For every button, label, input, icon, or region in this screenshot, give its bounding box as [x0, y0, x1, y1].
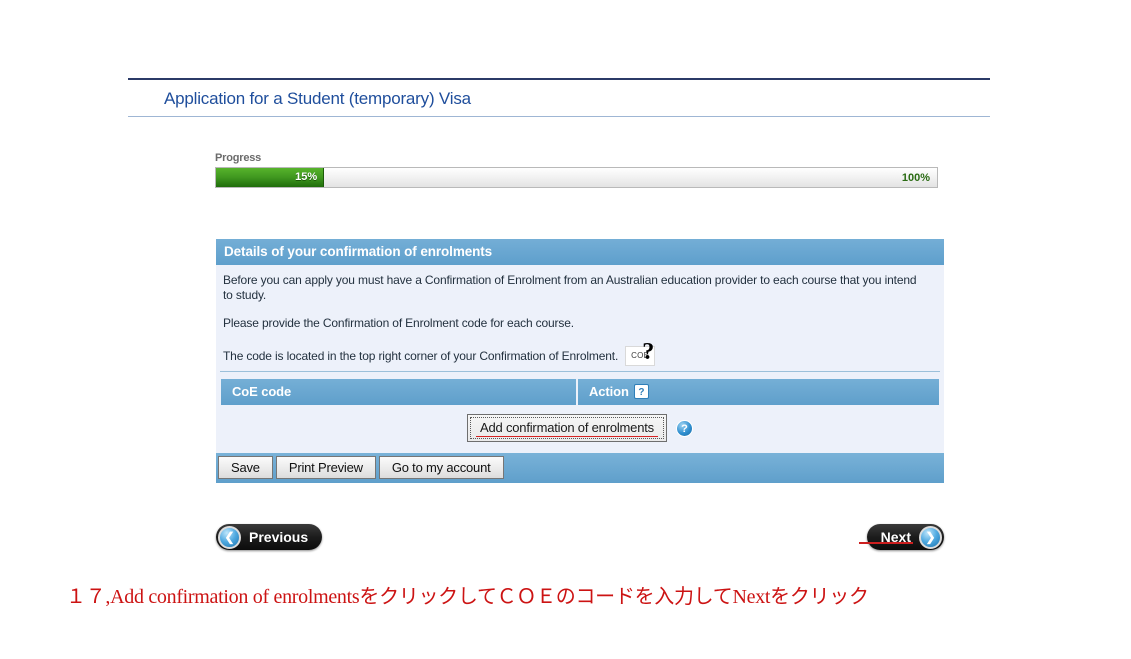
- panel-header: Details of your confirmation of enrolmen…: [216, 239, 944, 265]
- page-title-band: Application for a Student (temporary) Vi…: [128, 78, 990, 117]
- section-divider: [220, 371, 940, 372]
- table-header-action-label: Action: [589, 384, 629, 399]
- print-preview-button[interactable]: Print Preview: [275, 456, 376, 479]
- table-header-coe-code: CoE code: [221, 379, 578, 405]
- progress-section: Progress 15% 100%: [215, 152, 938, 188]
- previous-button[interactable]: ❮ Previous: [216, 524, 323, 550]
- wizard-navigation: ❮ Previous Next ❯: [216, 524, 944, 554]
- next-button-label: Next: [858, 529, 913, 545]
- save-button[interactable]: Save: [218, 456, 273, 479]
- form-action-bar: Save Print Preview Go to my account: [216, 453, 944, 483]
- next-highlight-underline: [858, 542, 913, 544]
- progress-label: Progress: [215, 152, 262, 164]
- table-header-coe-code-label: CoE code: [232, 384, 292, 399]
- table-header-action: Action ?: [578, 379, 939, 405]
- next-button[interactable]: Next ❯: [858, 524, 944, 550]
- add-confirmation-of-enrolments-label: Add confirmation of enrolments: [470, 417, 664, 439]
- chevron-right-icon: ❯: [919, 525, 942, 549]
- annotation-caption: １７,Add confirmation of enrolmentsをクリックして…: [66, 586, 869, 608]
- previous-button-label: Previous: [249, 529, 309, 545]
- progress-bar-fill: 15%: [216, 168, 325, 187]
- progress-value-label: 15%: [295, 171, 318, 183]
- instruction-paragraph: Please provide the Confirmation of Enrol…: [223, 316, 574, 330]
- coe-help-icon[interactable]: COE?: [625, 340, 656, 366]
- enrolment-details-panel: Details of your confirmation of enrolmen…: [216, 239, 944, 483]
- chevron-left-icon: ❮: [218, 525, 241, 549]
- question-mark-icon: ?: [642, 339, 655, 365]
- go-to-my-account-button[interactable]: Go to my account: [378, 456, 504, 479]
- code-location-text: The code is located in the top right cor…: [223, 349, 619, 363]
- intro-paragraph: Before you can apply you must have a Con…: [223, 273, 917, 302]
- add-enrolment-row: Add confirmation of enrolments ?: [216, 405, 944, 453]
- coe-table: CoE code Action ?: [221, 379, 939, 405]
- action-help-icon[interactable]: ?: [633, 384, 649, 399]
- add-enrolment-help-icon[interactable]: ?: [675, 419, 693, 437]
- code-location-paragraph: The code is located in the top right cor…: [216, 340, 944, 366]
- panel-body: Before you can apply you must have a Con…: [216, 265, 944, 453]
- add-confirmation-of-enrolments-button[interactable]: Add confirmation of enrolments: [467, 414, 667, 442]
- progress-bar: 15% 100%: [215, 167, 938, 188]
- page-title: Application for a Student (temporary) Vi…: [128, 80, 990, 117]
- progress-max-label: 100%: [901, 172, 930, 184]
